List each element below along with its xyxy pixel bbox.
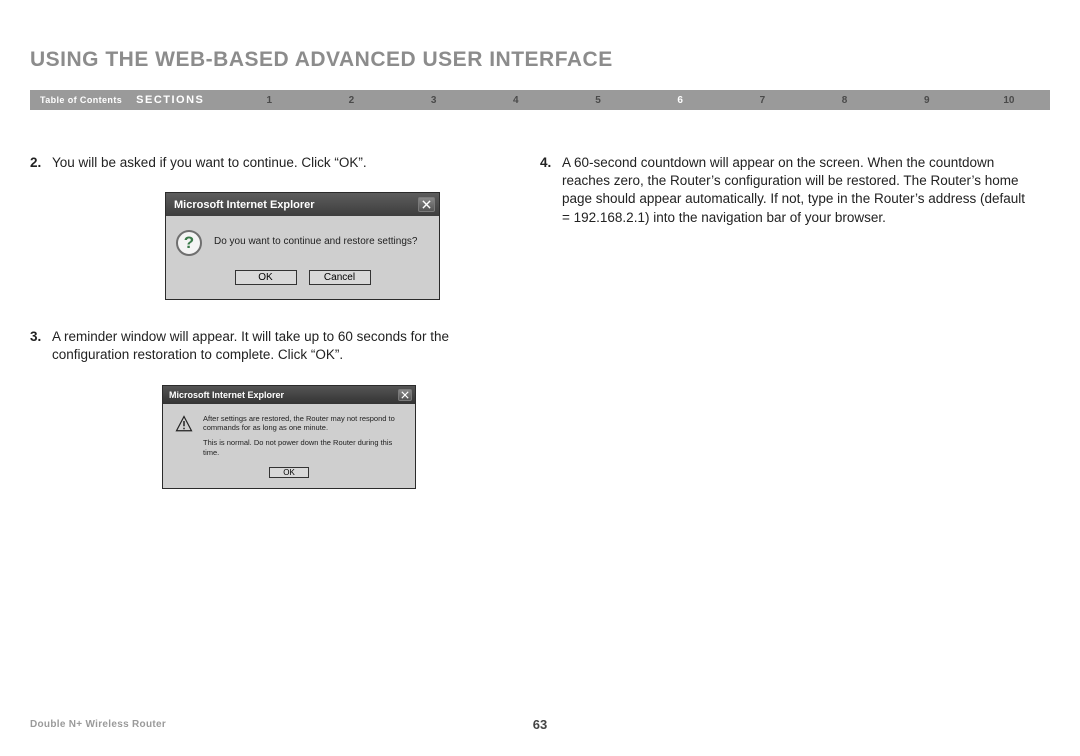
content-columns: 2. You will be asked if you want to cont… [30, 154, 1050, 489]
page-footer: Double N+ Wireless Router 63 [30, 719, 1050, 730]
section-link-5[interactable]: 5 [557, 95, 639, 106]
section-link-7[interactable]: 7 [721, 95, 803, 106]
dialog-title: Microsoft Internet Explorer [169, 390, 284, 400]
question-icon: ? [176, 230, 202, 256]
product-name: Double N+ Wireless Router [30, 719, 166, 730]
left-column: 2. You will be asked if you want to cont… [30, 154, 540, 489]
section-link-1[interactable]: 1 [228, 95, 310, 106]
warning-icon [175, 415, 193, 433]
section-link-3[interactable]: 3 [393, 95, 475, 106]
step-3: 3. A reminder window will appear. It wil… [30, 328, 520, 364]
dialog-titlebar: Microsoft Internet Explorer [163, 386, 415, 404]
close-icon[interactable] [398, 389, 412, 401]
section-link-9[interactable]: 9 [886, 95, 968, 106]
dialog-window: Microsoft Internet Explorer After setti [162, 385, 416, 490]
section-link-4[interactable]: 4 [475, 95, 557, 106]
dialog-continue-restore: Microsoft Internet Explorer ? Do you wan… [165, 192, 520, 300]
step-4: 4. A 60-second countdown will appear on … [540, 154, 1030, 227]
toc-link[interactable]: Table of Contents [30, 95, 136, 105]
ok-button[interactable]: OK [235, 270, 297, 285]
section-link-6[interactable]: 6 [639, 95, 721, 106]
page-title: USING THE WEB-BASED ADVANCED USER INTERF… [30, 48, 1050, 72]
sections-navbar: Table of Contents SECTIONS 1 2 3 4 5 6 7… [30, 90, 1050, 110]
dialog-message-line2: This is normal. Do not power down the Ro… [203, 438, 405, 457]
ok-button[interactable]: OK [269, 467, 309, 478]
section-link-8[interactable]: 8 [803, 95, 885, 106]
step-text: You will be asked if you want to continu… [52, 154, 367, 172]
step-number: 3. [30, 328, 52, 364]
dialog-message-line1: After settings are restored, the Router … [203, 414, 405, 433]
right-column: 4. A 60-second countdown will appear on … [540, 154, 1050, 489]
close-icon[interactable] [418, 197, 435, 212]
step-text: A reminder window will appear. It will t… [52, 328, 520, 364]
manual-page: USING THE WEB-BASED ADVANCED USER INTERF… [0, 0, 1080, 756]
section-link-10[interactable]: 10 [968, 95, 1050, 106]
cancel-button[interactable]: Cancel [309, 270, 371, 285]
dialog-window: Microsoft Internet Explorer ? Do you wan… [165, 192, 440, 300]
page-number: 63 [533, 717, 547, 732]
dialog-message: Do you want to continue and restore sett… [214, 228, 417, 247]
step-2: 2. You will be asked if you want to cont… [30, 154, 520, 172]
section-link-2[interactable]: 2 [310, 95, 392, 106]
dialog-titlebar: Microsoft Internet Explorer [166, 193, 439, 216]
step-number: 4. [540, 154, 562, 227]
dialog-title: Microsoft Internet Explorer [174, 199, 315, 211]
step-number: 2. [30, 154, 52, 172]
step-text: A 60-second countdown will appear on the… [562, 154, 1030, 227]
dialog-reminder: Microsoft Internet Explorer After setti [162, 385, 520, 490]
sections-label: SECTIONS [136, 94, 228, 106]
dialog-body: ? Do you want to continue and restore se… [166, 216, 439, 299]
